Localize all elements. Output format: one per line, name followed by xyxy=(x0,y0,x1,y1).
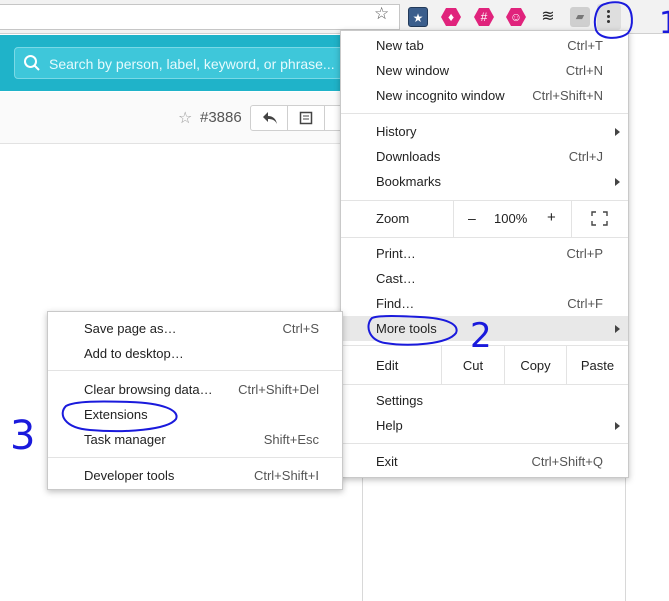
bookmark-extension-icon[interactable]: ★ xyxy=(408,7,428,27)
menu-item-downloads[interactable]: Downloads Ctrl+J xyxy=(341,144,628,169)
note-icon xyxy=(299,111,313,125)
image-extension-icon[interactable]: ▰ xyxy=(570,7,590,27)
submenu-item-extensions[interactable]: Extensions xyxy=(48,402,342,427)
menu-zoom-row: Zoom – 100% + xyxy=(341,201,628,237)
copy-button[interactable]: Copy xyxy=(504,346,566,384)
chrome-menu-button[interactable] xyxy=(597,4,621,30)
menu-separator xyxy=(341,237,628,238)
zoom-out-button[interactable]: – xyxy=(468,210,476,226)
paste-button[interactable]: Paste xyxy=(566,346,628,384)
submenu-item-add-to-desktop[interactable]: Add to desktop… xyxy=(48,341,342,366)
issue-number: #3886 xyxy=(200,109,242,126)
menu-item-bookmarks[interactable]: Bookmarks xyxy=(341,169,628,194)
step-3-label: 3 xyxy=(10,413,35,459)
submenu-item-clear-browsing-data[interactable]: Clear browsing data… Ctrl+Shift+Del xyxy=(48,377,342,402)
menu-item-print[interactable]: Print… Ctrl+P xyxy=(341,241,628,266)
menu-item-new-incognito[interactable]: New incognito window Ctrl+Shift+N xyxy=(341,83,628,108)
menu-item-exit[interactable]: Exit Ctrl+Shift+Q xyxy=(341,449,628,474)
menu-item-help[interactable]: Help xyxy=(341,413,628,438)
chevron-right-icon xyxy=(615,128,620,136)
menu-item-new-window[interactable]: New window Ctrl+N xyxy=(341,58,628,83)
menu-separator xyxy=(341,384,628,385)
hash-extension-icon[interactable]: # xyxy=(474,8,494,26)
fullscreen-icon xyxy=(591,211,608,226)
layers-extension-icon[interactable]: ≋ xyxy=(538,7,558,27)
chevron-right-icon xyxy=(615,422,620,430)
chevron-right-icon xyxy=(615,325,620,333)
zoom-in-button[interactable]: + xyxy=(547,209,556,226)
hex-extension-icon[interactable]: ♦ xyxy=(441,8,461,26)
submenu-separator xyxy=(48,457,342,458)
search-placeholder: Search by person, label, keyword, or phr… xyxy=(49,56,335,72)
more-tools-submenu: Save page as… Ctrl+S Add to desktop… Cle… xyxy=(47,311,343,490)
menu-edit-row: Edit Cut Copy Paste xyxy=(341,346,628,384)
menu-item-more-tools[interactable]: More tools xyxy=(341,316,628,341)
note-button[interactable] xyxy=(287,105,325,131)
address-bar[interactable] xyxy=(0,4,400,30)
menu-item-settings[interactable]: Settings xyxy=(341,388,628,413)
browser-toolbar: ☆ ★ ♦ # ☺ ≋ ▰ xyxy=(0,0,669,34)
search-input[interactable]: Search by person, label, keyword, or phr… xyxy=(14,47,354,79)
submenu-item-developer-tools[interactable]: Developer tools Ctrl+Shift+I xyxy=(48,463,342,488)
star-icon[interactable]: ☆ xyxy=(374,5,389,23)
submenu-item-save-page[interactable]: Save page as… Ctrl+S xyxy=(48,316,342,341)
chrome-menu-icon xyxy=(607,10,611,25)
submenu-separator xyxy=(48,370,342,371)
menu-item-cast[interactable]: Cast… xyxy=(341,266,628,291)
reply-icon xyxy=(263,112,277,124)
menu-item-history[interactable]: History xyxy=(341,119,628,144)
menu-item-find[interactable]: Find… Ctrl+F xyxy=(341,291,628,316)
page-header: Search by person, label, keyword, or phr… xyxy=(0,35,354,91)
favorite-star-icon[interactable]: ☆ xyxy=(178,108,192,128)
reply-button[interactable] xyxy=(250,105,288,131)
menu-separator xyxy=(341,443,628,444)
zoom-controls: – 100% + xyxy=(453,201,571,237)
cut-button[interactable]: Cut xyxy=(441,346,504,384)
zoom-level: 100% xyxy=(494,211,528,226)
submenu-item-task-manager[interactable]: Task manager Shift+Esc xyxy=(48,427,342,452)
search-icon xyxy=(24,55,40,71)
issue-toolbar: ☆ #3886 xyxy=(0,92,346,144)
menu-item-new-tab[interactable]: New tab Ctrl+T xyxy=(341,33,628,58)
chrome-main-menu: New tab Ctrl+T New window Ctrl+N New inc… xyxy=(340,30,629,478)
hex-smile-extension-icon[interactable]: ☺ xyxy=(506,8,526,26)
fullscreen-button[interactable] xyxy=(571,201,628,237)
page-side-panel xyxy=(362,478,626,601)
menu-separator xyxy=(341,113,628,114)
chevron-right-icon xyxy=(615,178,620,186)
